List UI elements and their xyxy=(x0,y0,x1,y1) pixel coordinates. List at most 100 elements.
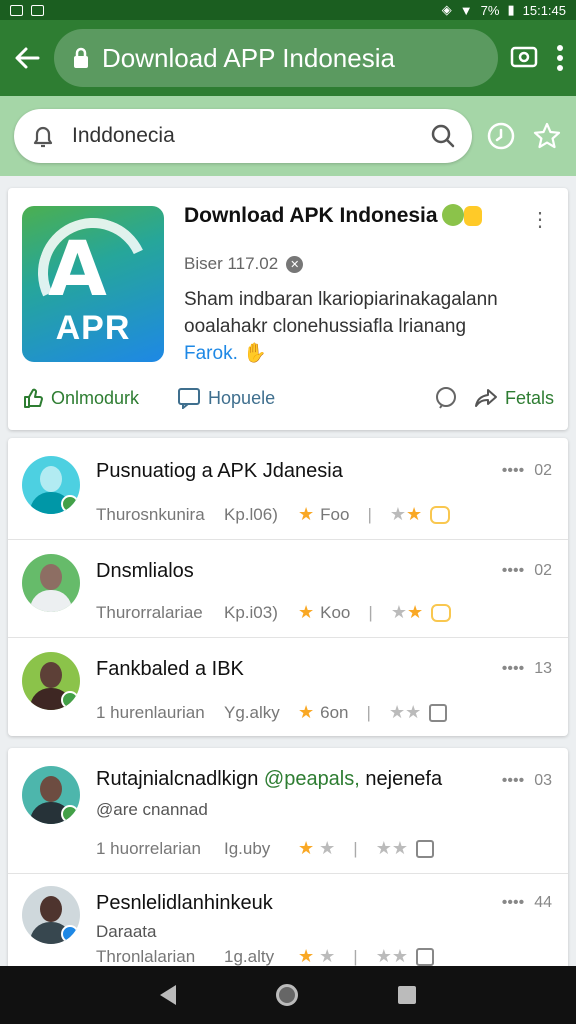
more-dots-icon[interactable]: •••• xyxy=(502,660,524,678)
tag-icon[interactable] xyxy=(415,947,434,966)
row-title: Rutajnialcnadlkign @peapals, nejenefa xyxy=(96,768,442,791)
rate-stars[interactable]: ★★ xyxy=(376,838,408,859)
more-dots-icon[interactable]: •••• xyxy=(502,772,524,790)
close-icon[interactable]: ✕ xyxy=(286,255,304,273)
logo-letter: A xyxy=(48,224,107,313)
rate-stars[interactable]: ★★ xyxy=(376,946,408,967)
more-menu-button[interactable] xyxy=(556,44,564,72)
logo-wordmark: APR xyxy=(55,309,131,347)
lock-icon xyxy=(74,47,88,68)
rating-stars: ★ xyxy=(298,602,315,622)
avatar-head xyxy=(40,564,62,590)
share-label: Fetals xyxy=(504,387,554,408)
nav-home-icon[interactable] xyxy=(276,984,298,1006)
row-count: 13 xyxy=(534,660,552,677)
tag-icon[interactable] xyxy=(430,505,451,524)
tag-icon[interactable] xyxy=(431,603,452,622)
thumbs-up-icon xyxy=(24,388,43,408)
list-item[interactable]: Pesnlelidlanhinkeuk Daraata Thronlalaria… xyxy=(8,874,568,974)
search-strip: Inddonecia xyxy=(0,96,576,176)
avatar[interactable] xyxy=(22,554,80,612)
rate-stars[interactable]: ★★ xyxy=(390,504,422,525)
strip-icons xyxy=(486,121,562,151)
divider: | xyxy=(353,946,358,966)
nav-back-icon[interactable] xyxy=(160,985,176,1005)
verified-icon xyxy=(61,691,79,709)
mention-link[interactable]: @peapals, xyxy=(264,768,360,790)
screen-cast-button[interactable] xyxy=(510,45,538,71)
row-meta: 1 hurenlaurian Yg.alky ★ 6on | ★★ xyxy=(96,702,448,723)
row-right: •••• 13 xyxy=(502,660,552,678)
battery-percent: 7% xyxy=(480,2,500,18)
row-title: Pesnlelidlanhinkeuk xyxy=(96,892,273,914)
avatar[interactable] xyxy=(22,886,80,944)
verified-icon xyxy=(61,495,79,513)
comment-label: Hopuele xyxy=(208,387,276,408)
tag-icon[interactable] xyxy=(415,839,434,858)
row-meta-size: Ig.uby xyxy=(224,838,271,858)
app-card-menu-button[interactable]: ⋮ xyxy=(530,210,550,230)
notification-icon xyxy=(10,4,23,16)
back-button[interactable] xyxy=(12,43,42,73)
search-input[interactable]: Inddonecia xyxy=(14,109,472,163)
nav-recents-icon[interactable] xyxy=(398,986,416,1004)
timer-icon[interactable] xyxy=(486,121,516,151)
row-title: Fankbaled a IBK xyxy=(96,658,244,680)
image-notification-icon xyxy=(31,4,44,16)
tag-icon[interactable] xyxy=(429,703,448,722)
avatar-head xyxy=(40,662,62,688)
list-item[interactable]: Dnsmlialos Thurorralariae Kp.i03) ★ Koo … xyxy=(8,540,568,638)
emoji-icon xyxy=(463,206,482,226)
status-bar: ◈ ▼ 7% ▮ 15:1:45 xyxy=(0,0,576,20)
app-description: Sham indbaran lkariopiarinakagalann ooal… xyxy=(184,286,548,367)
list-item[interactable]: Rutajnialcnadlkign @peapals, nejenefa @a… xyxy=(8,748,568,874)
rate-stars[interactable]: ★★ xyxy=(391,602,423,623)
more-dots-icon[interactable]: •••• xyxy=(502,894,524,912)
row-meta: Thronlalarian 1g.alty ★ ★ | ★★ xyxy=(96,946,434,967)
list-item[interactable]: Pusnuatiog a APK Jdanesia Thurosnkunira … xyxy=(8,438,568,540)
row-right: •••• 44 xyxy=(502,894,552,912)
share-icon xyxy=(474,389,497,407)
more-dots-icon[interactable]: •••• xyxy=(502,462,524,480)
star-icon[interactable] xyxy=(532,121,562,151)
divider: | xyxy=(367,504,372,524)
bell-icon xyxy=(33,126,53,148)
search-icon[interactable] xyxy=(430,123,456,149)
desc-line: Sham indbaran lkariopiarinakagalann xyxy=(184,289,498,310)
comment-button[interactable]: Hopuele xyxy=(177,387,275,409)
row-meta-author: Thronlalarian xyxy=(96,946,196,966)
feed-list-a: Pusnuatiog a APK Jdanesia Thurosnkunira … xyxy=(8,438,568,736)
status-right: ◈ ▼ 7% ▮ 15:1:45 xyxy=(442,2,566,18)
more-dots-icon[interactable]: •••• xyxy=(502,562,524,580)
desc-link[interactable]: Farok. xyxy=(184,343,238,364)
back-arrow-icon xyxy=(15,47,40,69)
url-pill[interactable]: Download APP Indonesia xyxy=(54,29,498,87)
avatar[interactable] xyxy=(22,652,80,710)
rating-text: Koo xyxy=(320,602,351,622)
chat-bubble-icon[interactable] xyxy=(434,386,458,410)
row-meta-author: Thurorralariae xyxy=(96,602,203,622)
avatar[interactable] xyxy=(22,766,80,824)
divider: | xyxy=(366,702,371,722)
row-right: •••• 02 xyxy=(502,562,552,580)
desc-line: ooalahakr clonehussiafla lrianang xyxy=(184,316,467,337)
app-actions-right: Fetals xyxy=(434,386,554,410)
row-count: 03 xyxy=(534,772,552,789)
rating-stars: ★ ★ xyxy=(298,946,336,966)
avatar-head xyxy=(40,776,62,802)
avatar-head xyxy=(40,466,62,492)
rate-stars[interactable]: ★★ xyxy=(389,702,421,723)
avatar[interactable] xyxy=(22,456,80,514)
like-button[interactable]: Onlmodurk xyxy=(22,387,139,409)
app-card[interactable]: A APR Download APK Indonesia ⋮ Biser 117… xyxy=(8,188,568,430)
row-count: 44 xyxy=(534,894,552,911)
rating-stars: ★ xyxy=(298,504,315,524)
list-item[interactable]: Fankbaled a IBK 1 hurenlaurian Yg.alky ★… xyxy=(8,638,568,736)
wifi-icon: ▼ xyxy=(459,2,473,18)
row-meta-size: Kp.l06) xyxy=(224,504,278,524)
share-button[interactable]: Fetals xyxy=(474,387,554,409)
rating-stars: ★ ★ xyxy=(298,838,336,858)
row-meta-size: 1g.alty xyxy=(224,946,275,966)
row-title: Pusnuatiog a APK Jdanesia xyxy=(96,460,343,482)
app-meta-text: Biser 117.02 xyxy=(184,254,279,273)
